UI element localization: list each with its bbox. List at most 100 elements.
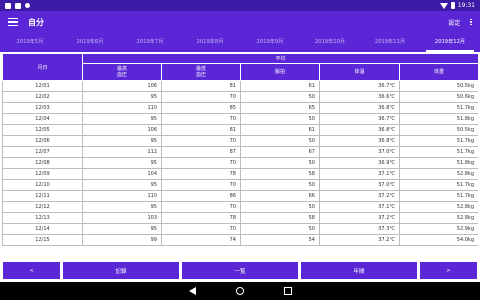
date-cell: 12/05: [2, 124, 83, 136]
systolic-cell: 106: [82, 80, 162, 92]
menu-icon[interactable]: [8, 18, 18, 26]
prev-month-button[interactable]: <: [3, 262, 60, 279]
systolic-cell: 95: [82, 157, 162, 169]
tab-2019-05[interactable]: 2019年5月: [0, 33, 60, 52]
weight-cell: 52.9kg: [399, 223, 478, 235]
pulse-cell: 66: [240, 190, 320, 202]
diastolic-cell: 74: [161, 234, 241, 246]
home-icon[interactable]: [235, 287, 244, 295]
systolic-cell: 95: [82, 135, 162, 147]
tab-2019-07[interactable]: 2019年7月: [120, 33, 180, 52]
record-button[interactable]: 記録: [63, 262, 179, 279]
systolic-cell: 95: [82, 201, 162, 213]
table-row[interactable]: 12/13 103 78 58 37.2℃ 52.8kg: [2, 212, 478, 224]
date-cell: 12/01: [2, 80, 83, 92]
systolic-cell: 112: [82, 146, 162, 158]
weight-cell: 52.8kg: [399, 212, 478, 224]
table-row[interactable]: 12/03 110 85 65 36.8℃ 51.7kg: [2, 102, 478, 114]
pulse-cell: 54: [240, 234, 320, 246]
temperature-cell: 37.2℃: [319, 212, 400, 224]
table-row[interactable]: 12/06 95 70 50 36.8℃ 51.7kg: [2, 135, 478, 147]
temperature-cell: 36.9℃: [319, 157, 400, 169]
table-row[interactable]: 12/01 106 81 61 36.7℃ 50.5kg: [2, 80, 478, 92]
pulse-cell: 58: [240, 212, 320, 224]
average-group-header: 平均: [82, 53, 478, 64]
diastolic-cell: 86: [161, 190, 241, 202]
weight-cell: 51.7kg: [399, 179, 478, 191]
systolic-column-header: 最高 血圧: [82, 63, 162, 81]
annual-button[interactable]: 年間: [301, 262, 417, 279]
list-button[interactable]: 一覧: [182, 262, 298, 279]
table-row[interactable]: 12/02 95 70 50 36.6℃ 50.6kg: [2, 91, 478, 103]
date-cell: 12/12: [2, 201, 83, 213]
table-row[interactable]: 12/15 99 74 54 37.2℃ 54.0kg: [2, 234, 478, 246]
weight-cell: 51.7kg: [399, 102, 478, 114]
diastolic-cell: 85: [161, 102, 241, 114]
weight-cell: 51.7kg: [399, 190, 478, 202]
systolic-cell: 103: [82, 212, 162, 224]
pulse-cell: 50: [240, 179, 320, 191]
date-cell: 12/09: [2, 168, 83, 180]
diastolic-cell: 81: [161, 80, 241, 92]
diastolic-cell: 70: [161, 201, 241, 213]
date-cell: 12/15: [2, 234, 83, 246]
weight-cell: 50.5kg: [399, 80, 478, 92]
bottom-button-bar: < 記録 一覧 年間 >: [0, 262, 480, 280]
date-cell: 12/04: [2, 113, 83, 125]
date-cell: 12/06: [2, 135, 83, 147]
temperature-cell: 37.0℃: [319, 179, 400, 191]
weight-cell: 52.8kg: [399, 168, 478, 180]
systolic-cell: 110: [82, 190, 162, 202]
temperature-cell: 36.8℃: [319, 102, 400, 114]
table-row[interactable]: 12/11 110 86 66 37.2℃ 51.7kg: [2, 190, 478, 202]
tab-2019-10[interactable]: 2019年10月: [300, 33, 360, 52]
diastolic-cell: 87: [161, 146, 241, 158]
data-table[interactable]: 月日 平均 最高 血圧 最低 血圧 脈拍 体温 体重 12/01 106 81 61 3…: [2, 53, 478, 261]
notification-icon: [5, 2, 11, 9]
diastolic-cell: 70: [161, 223, 241, 235]
next-month-button[interactable]: >: [420, 262, 477, 279]
date-column-header: 月日: [2, 53, 83, 81]
tab-2019-06[interactable]: 2019年6月: [60, 33, 120, 52]
date-cell: 12/02: [2, 91, 83, 103]
diastolic-cell: 81: [161, 124, 241, 136]
weight-cell: 50.5kg: [399, 124, 478, 136]
table-row[interactable]: 12/12 95 70 50 37.1℃ 52.8kg: [2, 201, 478, 213]
date-cell: 12/10: [2, 179, 83, 191]
wifi-icon: [439, 2, 448, 9]
app-bar: 自分 設定: [0, 11, 480, 33]
temperature-cell: 37.3℃: [319, 223, 400, 235]
recents-icon[interactable]: [283, 287, 292, 295]
back-icon[interactable]: [188, 287, 196, 295]
table-row[interactable]: 12/10 95 70 50 37.0℃ 51.7kg: [2, 179, 478, 191]
table-row[interactable]: 12/07 112 87 67 37.0℃ 51.7kg: [2, 146, 478, 158]
table-row[interactable]: 12/08 95 70 50 36.9℃ 51.8kg: [2, 157, 478, 169]
weight-cell: 54.0kg: [399, 234, 478, 246]
pulse-cell: 50: [240, 135, 320, 147]
temperature-column-header: 体温: [319, 63, 400, 81]
tab-2019-08[interactable]: 2019年8月: [180, 33, 240, 52]
systolic-cell: 99: [82, 234, 162, 246]
tab-2019-09[interactable]: 2019年9月: [240, 33, 300, 52]
tab-2019-12[interactable]: 2019年12月: [420, 33, 480, 52]
temperature-cell: 36.8℃: [319, 135, 400, 147]
diastolic-column-header: 最低 血圧: [161, 63, 241, 81]
systolic-cell: 106: [82, 124, 162, 136]
temperature-cell: 37.2℃: [319, 190, 400, 202]
table-row[interactable]: 12/04 95 70 50 36.7℃ 51.8kg: [2, 113, 478, 125]
battery-icon: [450, 2, 455, 9]
table-row[interactable]: 12/05 106 81 61 36.8℃ 50.5kg: [2, 124, 478, 136]
settings-button[interactable]: 設定: [448, 18, 460, 27]
status-bar: 19:31: [0, 0, 480, 11]
pulse-cell: 50: [240, 113, 320, 125]
pulse-cell: 67: [240, 146, 320, 158]
overflow-menu-icon[interactable]: [470, 18, 472, 26]
date-cell: 12/08: [2, 157, 83, 169]
table-row[interactable]: 12/09 104 78 58 37.1℃ 52.8kg: [2, 168, 478, 180]
systolic-cell: 104: [82, 168, 162, 180]
system-nav-bar: [0, 282, 480, 300]
tab-2019-11[interactable]: 2019年11月: [360, 33, 420, 52]
pulse-cell: 50: [240, 223, 320, 235]
temperature-cell: 37.1℃: [319, 201, 400, 213]
table-row[interactable]: 12/14 95 70 50 37.3℃ 52.9kg: [2, 223, 478, 235]
